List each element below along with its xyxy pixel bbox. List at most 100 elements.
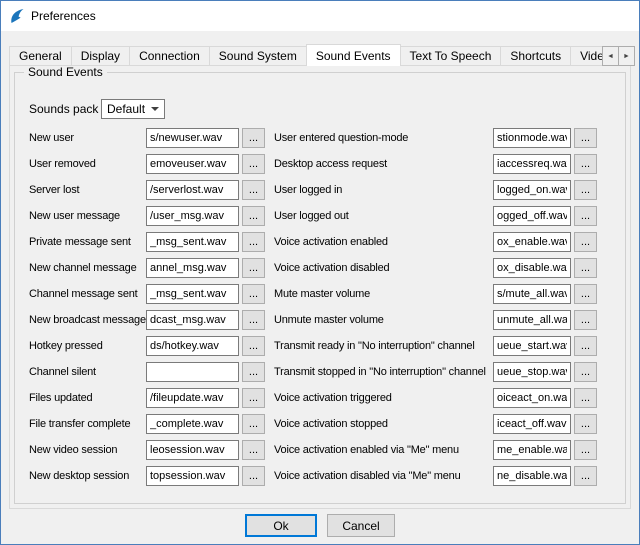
browse-button[interactable]: ... [242, 466, 265, 486]
arrow-right-icon: ► [623, 53, 630, 60]
sound-file-input[interactable] [493, 180, 571, 200]
tab-sound-system[interactable]: Sound System [209, 46, 307, 66]
browse-button[interactable]: ... [242, 440, 265, 460]
browse-button[interactable]: ... [574, 336, 597, 356]
tab-general[interactable]: General [9, 46, 72, 66]
event-label: New broadcast message [29, 314, 146, 326]
tab-scroll-control: ◄ ► [603, 46, 635, 66]
sound-file-input[interactable] [146, 414, 239, 434]
sound-file-input[interactable] [493, 362, 571, 382]
event-label: File transfer complete [29, 418, 146, 430]
browse-button[interactable]: ... [242, 180, 265, 200]
browse-button[interactable]: ... [574, 414, 597, 434]
cancel-button[interactable]: Cancel [327, 514, 395, 537]
sound-file-input[interactable] [146, 388, 239, 408]
tab-scroll-left-button[interactable]: ◄ [602, 46, 619, 66]
sound-file-input[interactable] [493, 388, 571, 408]
browse-button[interactable]: ... [574, 128, 597, 148]
browse-button[interactable]: ... [242, 414, 265, 434]
sound-file-input[interactable] [493, 466, 571, 486]
browse-button[interactable]: ... [242, 258, 265, 278]
browse-button[interactable]: ... [574, 232, 597, 252]
event-label: User logged in [268, 184, 493, 196]
groupbox-title: Sound Events [24, 65, 107, 79]
tab-connection[interactable]: Connection [129, 46, 210, 66]
tab-display[interactable]: Display [71, 46, 130, 66]
browse-button[interactable]: ... [242, 388, 265, 408]
tab-scroll-right-button[interactable]: ► [618, 46, 635, 66]
sound-file-input[interactable] [493, 336, 571, 356]
sound-file-input[interactable] [493, 154, 571, 174]
browse-button[interactable]: ... [242, 362, 265, 382]
event-label: Server lost [29, 184, 146, 196]
sound-file-input[interactable] [146, 336, 239, 356]
browse-button[interactable]: ... [242, 154, 265, 174]
tab-shortcuts[interactable]: Shortcuts [500, 46, 571, 66]
sounds-pack-label: Sounds pack [29, 102, 101, 116]
event-label: Transmit ready in "No interruption" chan… [268, 340, 493, 352]
sound-file-input[interactable] [146, 206, 239, 226]
event-label: New video session [29, 444, 146, 456]
tab-page-sound-events: Sound Events Sounds pack Default New use… [9, 65, 631, 509]
event-label: Desktop access request [268, 158, 493, 170]
sounds-pack-select[interactable]: Default [101, 99, 165, 119]
browse-button[interactable]: ... [574, 206, 597, 226]
event-label: Files updated [29, 392, 146, 404]
event-label: Mute master volume [268, 288, 493, 300]
event-label: Channel message sent [29, 288, 146, 300]
browse-button[interactable]: ... [574, 258, 597, 278]
sound-file-input[interactable] [146, 310, 239, 330]
sound-file-input[interactable] [493, 232, 571, 252]
event-label: Voice activation enabled via "Me" menu [268, 444, 493, 456]
event-label: Transmit stopped in "No interruption" ch… [268, 366, 493, 378]
browse-button[interactable]: ... [242, 128, 265, 148]
tabs-container: GeneralDisplayConnectionSound SystemSoun… [9, 44, 620, 66]
browse-button[interactable]: ... [574, 362, 597, 382]
sound-file-input[interactable] [493, 310, 571, 330]
browse-button[interactable]: ... [242, 336, 265, 356]
browse-button[interactable]: ... [242, 310, 265, 330]
sound-file-input[interactable] [493, 414, 571, 434]
event-label: Voice activation disabled via "Me" menu [268, 470, 493, 482]
event-label: Private message sent [29, 236, 146, 248]
sound-file-input[interactable] [493, 440, 571, 460]
sound-file-input[interactable] [493, 128, 571, 148]
sound-file-input[interactable] [146, 440, 239, 460]
sound-file-input[interactable] [146, 180, 239, 200]
browse-button[interactable]: ... [242, 284, 265, 304]
sound-file-input[interactable] [493, 258, 571, 278]
sound-file-input[interactable] [146, 232, 239, 252]
preferences-dialog: Preferences GeneralDisplayConnectionSoun… [0, 0, 640, 545]
browse-button[interactable]: ... [574, 388, 597, 408]
browse-button[interactable]: ... [574, 440, 597, 460]
event-label: Voice activation enabled [268, 236, 493, 248]
event-label: Voice activation disabled [268, 262, 493, 274]
sounds-pack-value: Default [107, 102, 145, 116]
tab-sound-events[interactable]: Sound Events [306, 44, 401, 66]
event-label: Hotkey pressed [29, 340, 146, 352]
sound-file-input[interactable] [146, 284, 239, 304]
sound-file-input[interactable] [146, 362, 239, 382]
sound-file-input[interactable] [146, 258, 239, 278]
event-label: Channel silent [29, 366, 146, 378]
sound-file-input[interactable] [493, 206, 571, 226]
sound-events-grid: New user ... User entered question-mode … [29, 125, 613, 489]
tab-text-to-speech[interactable]: Text To Speech [400, 46, 502, 66]
browse-button[interactable]: ... [574, 466, 597, 486]
browse-button[interactable]: ... [242, 232, 265, 252]
dialog-footer: Ok Cancel [1, 514, 639, 537]
event-label: User entered question-mode [268, 132, 493, 144]
event-label: Unmute master volume [268, 314, 493, 326]
sound-file-input[interactable] [146, 466, 239, 486]
browse-button[interactable]: ... [574, 284, 597, 304]
browse-button[interactable]: ... [242, 206, 265, 226]
sound-events-groupbox: Sound Events Sounds pack Default New use… [14, 72, 626, 504]
sound-file-input[interactable] [146, 154, 239, 174]
sound-file-input[interactable] [146, 128, 239, 148]
browse-button[interactable]: ... [574, 180, 597, 200]
ok-button[interactable]: Ok [245, 514, 317, 537]
event-label: Voice activation triggered [268, 392, 493, 404]
sound-file-input[interactable] [493, 284, 571, 304]
browse-button[interactable]: ... [574, 310, 597, 330]
browse-button[interactable]: ... [574, 154, 597, 174]
